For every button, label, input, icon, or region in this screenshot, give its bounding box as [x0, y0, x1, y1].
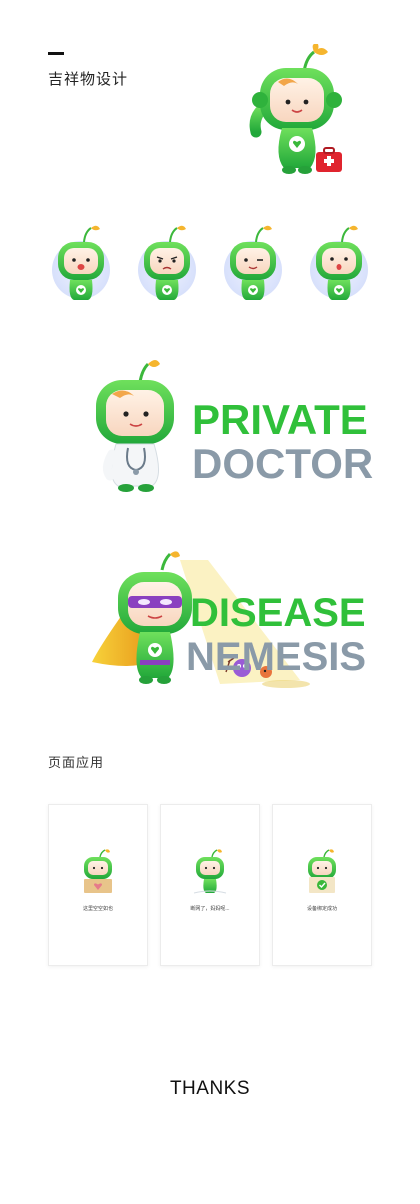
banner-doctor: DOCTOR	[192, 440, 374, 487]
card-caption: 断网了，妈妈呢...	[190, 906, 230, 912]
mascot-offline	[193, 849, 227, 894]
thanks-text: THANKS	[169, 1078, 251, 1099]
mascot-expression-avatar	[50, 222, 112, 307]
app-page-card: 设备绑定成功	[272, 804, 372, 966]
title-dash	[48, 52, 64, 55]
app-page-card: 断网了，妈妈呢...	[160, 804, 260, 966]
app-page-card: 这里空空如也	[48, 804, 148, 966]
mascot-expression-avatar	[308, 222, 370, 307]
card-caption: 设备绑定成功	[306, 906, 337, 912]
banner-disease: DISEASE	[190, 591, 366, 635]
mascot-expression-avatar	[222, 222, 284, 307]
first-aid-kit-icon	[316, 147, 342, 172]
mascot-main	[249, 44, 342, 174]
mascot-expression-avatar	[136, 222, 198, 307]
card-caption: 这里空空如也	[82, 906, 113, 912]
mascot-bind-success	[308, 849, 336, 893]
page-title: 吉祥物设计	[48, 71, 129, 88]
section-title: 页面应用	[48, 755, 105, 770]
mascot-doctor	[96, 360, 174, 492]
banner-nemesis: NEMESIS	[186, 635, 367, 679]
mascot-empty-box	[84, 849, 112, 893]
banner-private: PRIVATE	[192, 396, 368, 443]
